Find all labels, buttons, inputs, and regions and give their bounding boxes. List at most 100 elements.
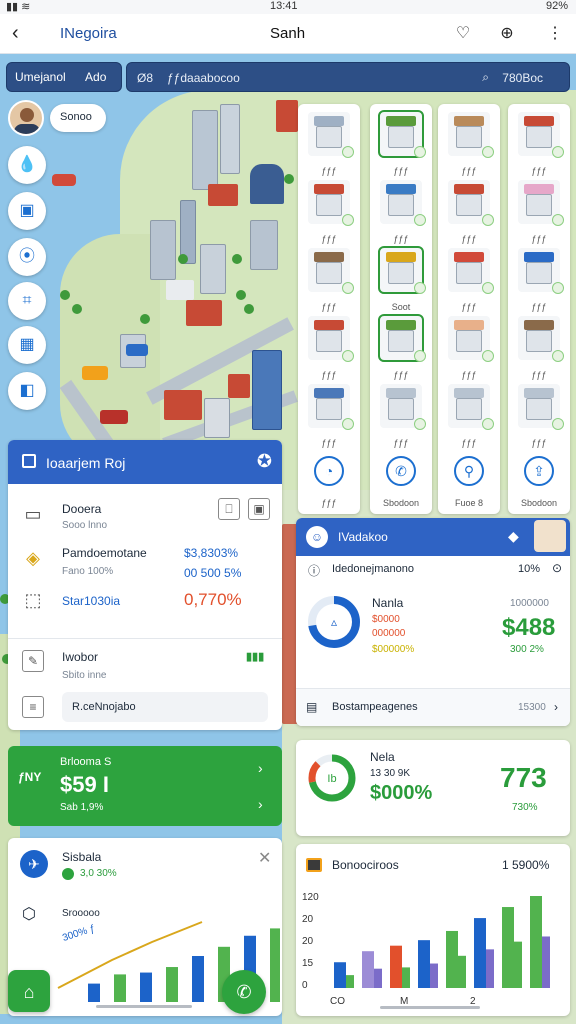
right-info-panel: ☺ IVadakoo ◆ ⓘ Idedonejmanono 10% ⊙ ▵ Na…: [296, 518, 570, 726]
map-tree: [232, 254, 242, 264]
calendar-icon[interactable]: ▦: [8, 326, 46, 364]
package-icon: ⬚: [24, 590, 42, 610]
building-roof: [454, 252, 484, 262]
building-label: ƒƒƒ: [321, 438, 337, 448]
cart-icon[interactable]: ⇪: [524, 456, 554, 486]
status-dot: [482, 282, 494, 294]
building-roof: [524, 252, 554, 262]
close-icon[interactable]: ✕: [258, 848, 271, 868]
right-footer[interactable]: ▤ Bostampeagenes 15300 ›: [296, 688, 570, 726]
home-icon[interactable]: ⌂: [8, 970, 50, 1012]
building-item[interactable]: ⇪ Sbodoon: [512, 448, 566, 528]
save-icon[interactable]: ▣: [8, 192, 46, 230]
building-label: ƒƒƒ: [531, 370, 547, 380]
map-building: [220, 104, 240, 174]
chevron-right-icon[interactable]: ›: [258, 760, 263, 776]
back-arrow-icon[interactable]: ‹: [12, 22, 34, 44]
note-input[interactable]: R.ceNnojabo: [62, 692, 268, 722]
avatar[interactable]: [8, 100, 44, 136]
row4-title: Iwobor: [62, 650, 99, 664]
chart-bar: [140, 972, 152, 1002]
green-summary-card[interactable]: ƒNY Brlooma S $59 I Sab 1,9% › ›: [8, 746, 282, 826]
building-label: ƒƒƒ: [321, 234, 337, 244]
water-icon[interactable]: 💧: [8, 146, 46, 184]
status-dot: [342, 282, 354, 294]
building-label: ƒƒƒ: [531, 234, 547, 244]
right-footer-value: 15300: [518, 702, 546, 713]
status-dot: [482, 146, 494, 158]
tag-icon[interactable]: ◆: [508, 528, 519, 545]
map-vehicle: [82, 366, 108, 380]
heart-icon[interactable]: ♡: [452, 23, 474, 45]
map-filter-chip[interactable]: Umejanol Ado: [6, 62, 122, 92]
building-item[interactable]: ✆ Sbodoon: [374, 448, 428, 528]
crop-icon[interactable]: ⌗: [8, 282, 46, 320]
add-circle-icon[interactable]: ⊕: [496, 23, 518, 45]
chat-icon[interactable]: ◧: [8, 372, 46, 410]
left-info-panel: Ioaarjem Roj ✪ ▭ Dooera Sooo lnno ⎕ ▣ ◈ …: [8, 440, 282, 730]
status-dot: [482, 418, 494, 430]
building-roof: [454, 320, 484, 330]
building-label: ƒƒƒ: [461, 234, 477, 244]
location-icon[interactable]: ⦿: [8, 238, 46, 276]
building-label: ƒƒƒ: [393, 166, 409, 176]
search-icon[interactable]: ⌕: [482, 70, 489, 85]
avatar-face: [20, 108, 34, 122]
building-label: ƒƒƒ: [393, 438, 409, 448]
chart-bar: [514, 941, 522, 988]
building-roof: [314, 184, 344, 194]
map-building: [186, 300, 222, 326]
star-icon[interactable]: ✪: [257, 451, 272, 472]
chart-bar: [114, 974, 126, 1002]
chart-bar: [346, 975, 354, 988]
building-label: ƒƒƒ: [461, 302, 477, 312]
home-indicator: [96, 1005, 192, 1008]
chevron-right-icon[interactable]: ›: [258, 796, 263, 812]
map-building: [164, 390, 202, 420]
building-wall: [388, 126, 414, 148]
map-building: [192, 110, 218, 190]
chart-bar: [502, 907, 514, 988]
settings-icon[interactable]: ⊙: [552, 561, 562, 575]
chat-bubble-icon[interactable]: ◔: [314, 456, 344, 486]
building-wall: [456, 330, 482, 352]
building-wall: [526, 126, 552, 148]
building-label: Soot: [391, 302, 411, 312]
stat-big: 773: [500, 762, 547, 793]
map-search-bar[interactable]: Ø8 ƒƒdaaabocoo ⌕ 780Boc: [126, 62, 570, 92]
tag-icon: ◈: [26, 548, 40, 568]
svg-text:▵: ▵: [331, 615, 337, 629]
right-panel-title: IVadakoo: [338, 530, 388, 544]
building-item[interactable]: ◔ ƒƒƒ: [302, 448, 356, 528]
chart-bar: [374, 968, 382, 988]
checkbox-icon[interactable]: [22, 454, 36, 468]
panel-header: ☺ IVadakoo ◆: [296, 518, 570, 556]
map-tree: [244, 304, 254, 314]
bookmark-icon[interactable]: ⎕: [218, 498, 240, 520]
right-sub-title: Idedonejmanono: [332, 563, 414, 575]
building-roof: [386, 252, 416, 262]
status-dot: [342, 214, 354, 226]
status-dot: [552, 418, 564, 430]
building-roof: [454, 116, 484, 126]
map-tree: [72, 304, 82, 314]
chat-fab-icon[interactable]: ✆: [222, 970, 266, 1014]
building-item[interactable]: ⚲ Fuoe 8: [442, 448, 496, 528]
image-icon[interactable]: ▣: [248, 498, 270, 520]
svg-text:Ib: Ib: [327, 773, 336, 785]
right-row-l2: 000000: [372, 628, 406, 639]
pin-icon[interactable]: ⚲: [454, 456, 484, 486]
more-menu-icon[interactable]: ⋮: [544, 23, 566, 45]
message-icon[interactable]: ✆: [386, 456, 416, 486]
status-bar: ▮▮ ≋ 13:41 92%: [0, 0, 576, 14]
building-roof: [386, 116, 416, 126]
edit-icon[interactable]: ✎: [22, 650, 44, 672]
row3-value: 0,770%: [184, 590, 242, 609]
status-dot: [342, 146, 354, 158]
box-icon: ▭: [24, 504, 42, 524]
chevron-right-icon[interactable]: ›: [554, 700, 558, 714]
doc-icon[interactable]: ≡: [22, 696, 44, 718]
right-row-r1: 1000000: [510, 598, 549, 609]
building-roof: [314, 252, 344, 262]
building-label: ƒƒƒ: [531, 166, 547, 176]
